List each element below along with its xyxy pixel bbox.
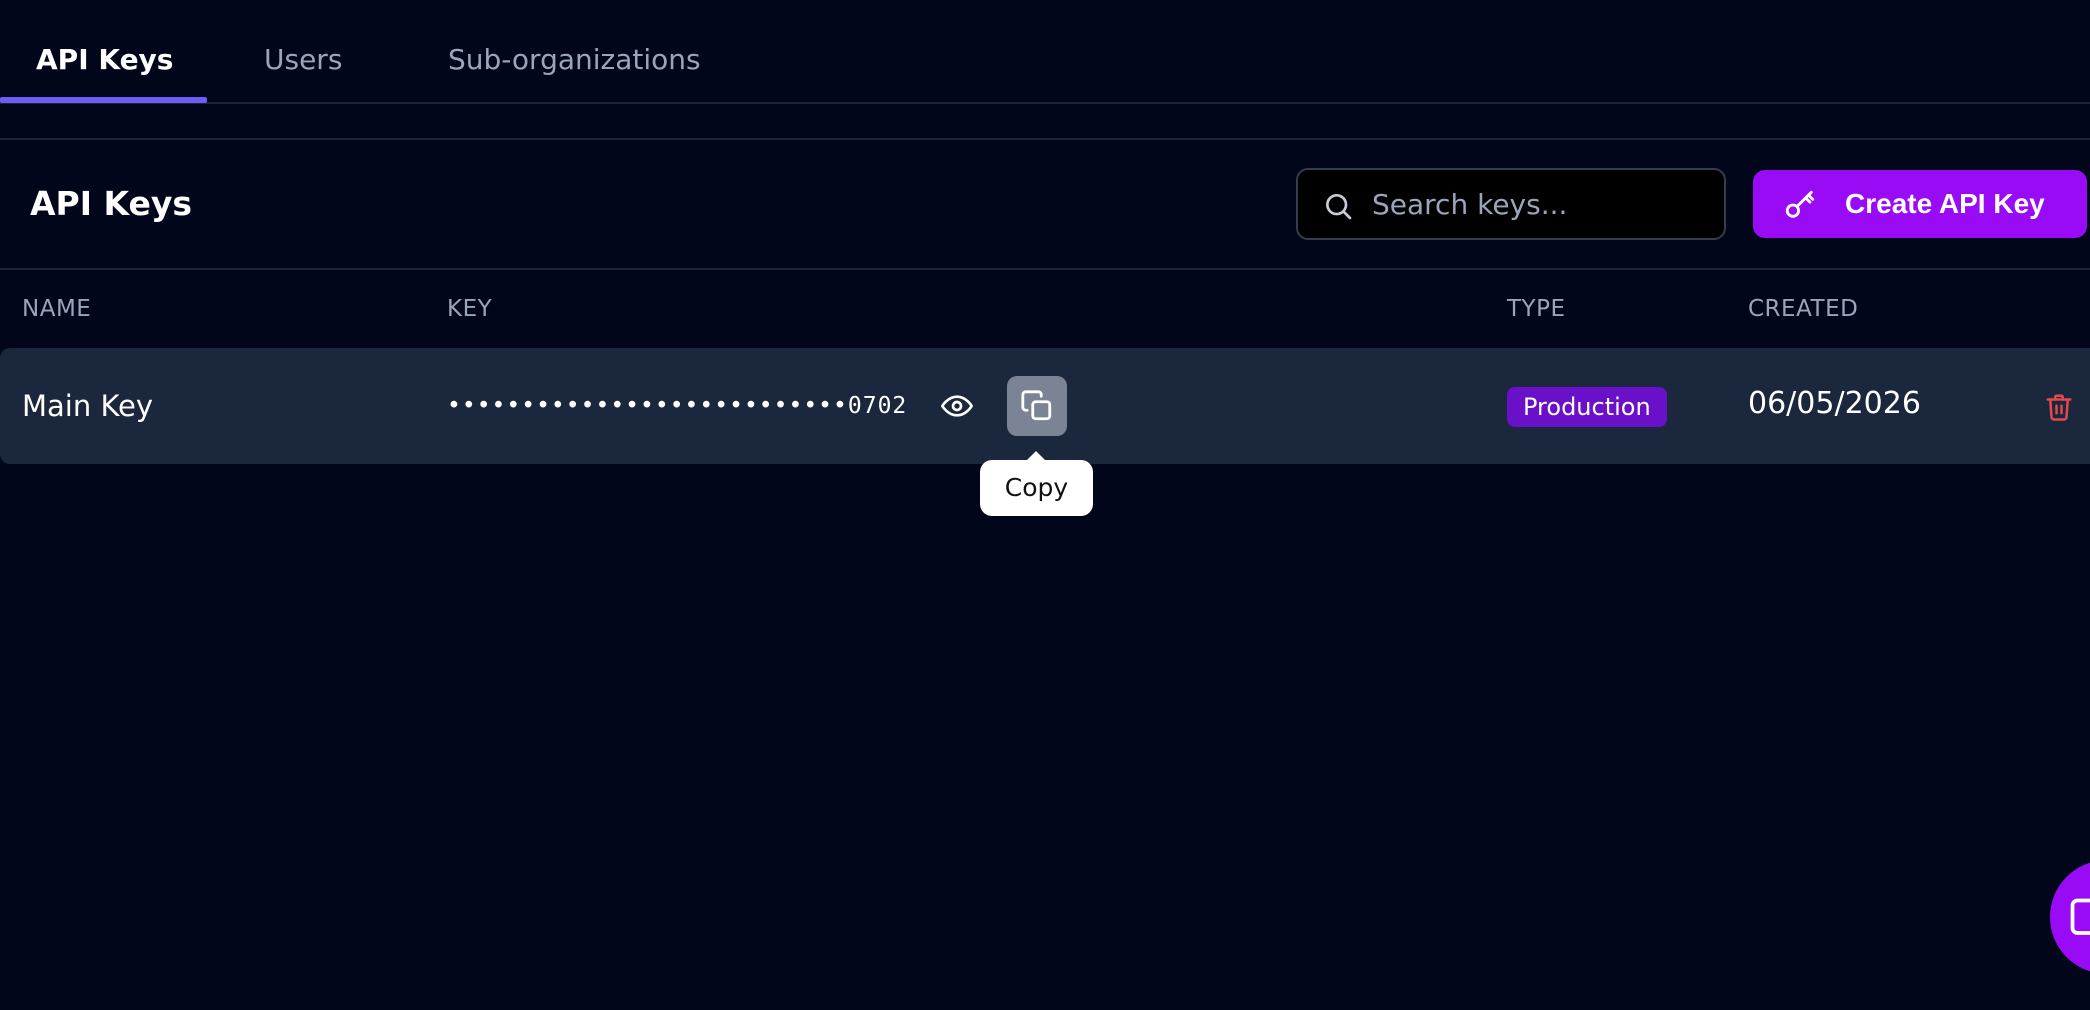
tab-bar: API Keys Users Sub-organizations	[0, 0, 2090, 104]
copy-tooltip: Copy	[980, 460, 1093, 516]
tab-api-keys[interactable]: API Keys	[36, 40, 173, 80]
create-api-key-button[interactable]: Create API Key	[1753, 170, 2087, 238]
copy-key-button[interactable]	[1007, 376, 1067, 436]
created-date: 06/05/2026	[1748, 386, 1921, 421]
search-icon	[1326, 194, 1352, 220]
masked-key-value: •••••••••••••••••••••••••••0702	[447, 393, 908, 419]
column-header-created: CREATED	[1748, 296, 1859, 322]
key-icon	[1785, 190, 1815, 218]
key-name: Main Key	[22, 389, 154, 423]
column-header-key: KEY	[447, 296, 493, 322]
section-divider-top	[0, 138, 2090, 140]
table-row: Main Key •••••••••••••••••••••••••••0702…	[0, 348, 2090, 464]
create-api-key-label: Create API Key	[1845, 188, 2045, 219]
section-divider-table	[0, 268, 2090, 270]
trash-icon	[2046, 394, 2072, 421]
section-title: API Keys	[30, 184, 193, 223]
key-type-badge: Production	[1507, 387, 1667, 427]
tab-users[interactable]: Users	[264, 40, 342, 80]
column-header-name: NAME	[22, 296, 92, 322]
reveal-key-button[interactable]	[927, 376, 987, 436]
search-input[interactable]	[1370, 180, 1710, 228]
copy-icon	[1021, 390, 1052, 421]
active-tab-indicator	[0, 97, 207, 103]
eye-icon	[941, 395, 973, 417]
chat-icon	[2070, 898, 2090, 935]
chat-launcher-button[interactable]	[2050, 860, 2090, 974]
search-box[interactable]	[1296, 168, 1726, 240]
delete-key-button[interactable]	[2034, 382, 2084, 432]
tab-sub-organizations[interactable]: Sub-organizations	[448, 40, 701, 80]
column-header-type: TYPE	[1507, 296, 1566, 322]
